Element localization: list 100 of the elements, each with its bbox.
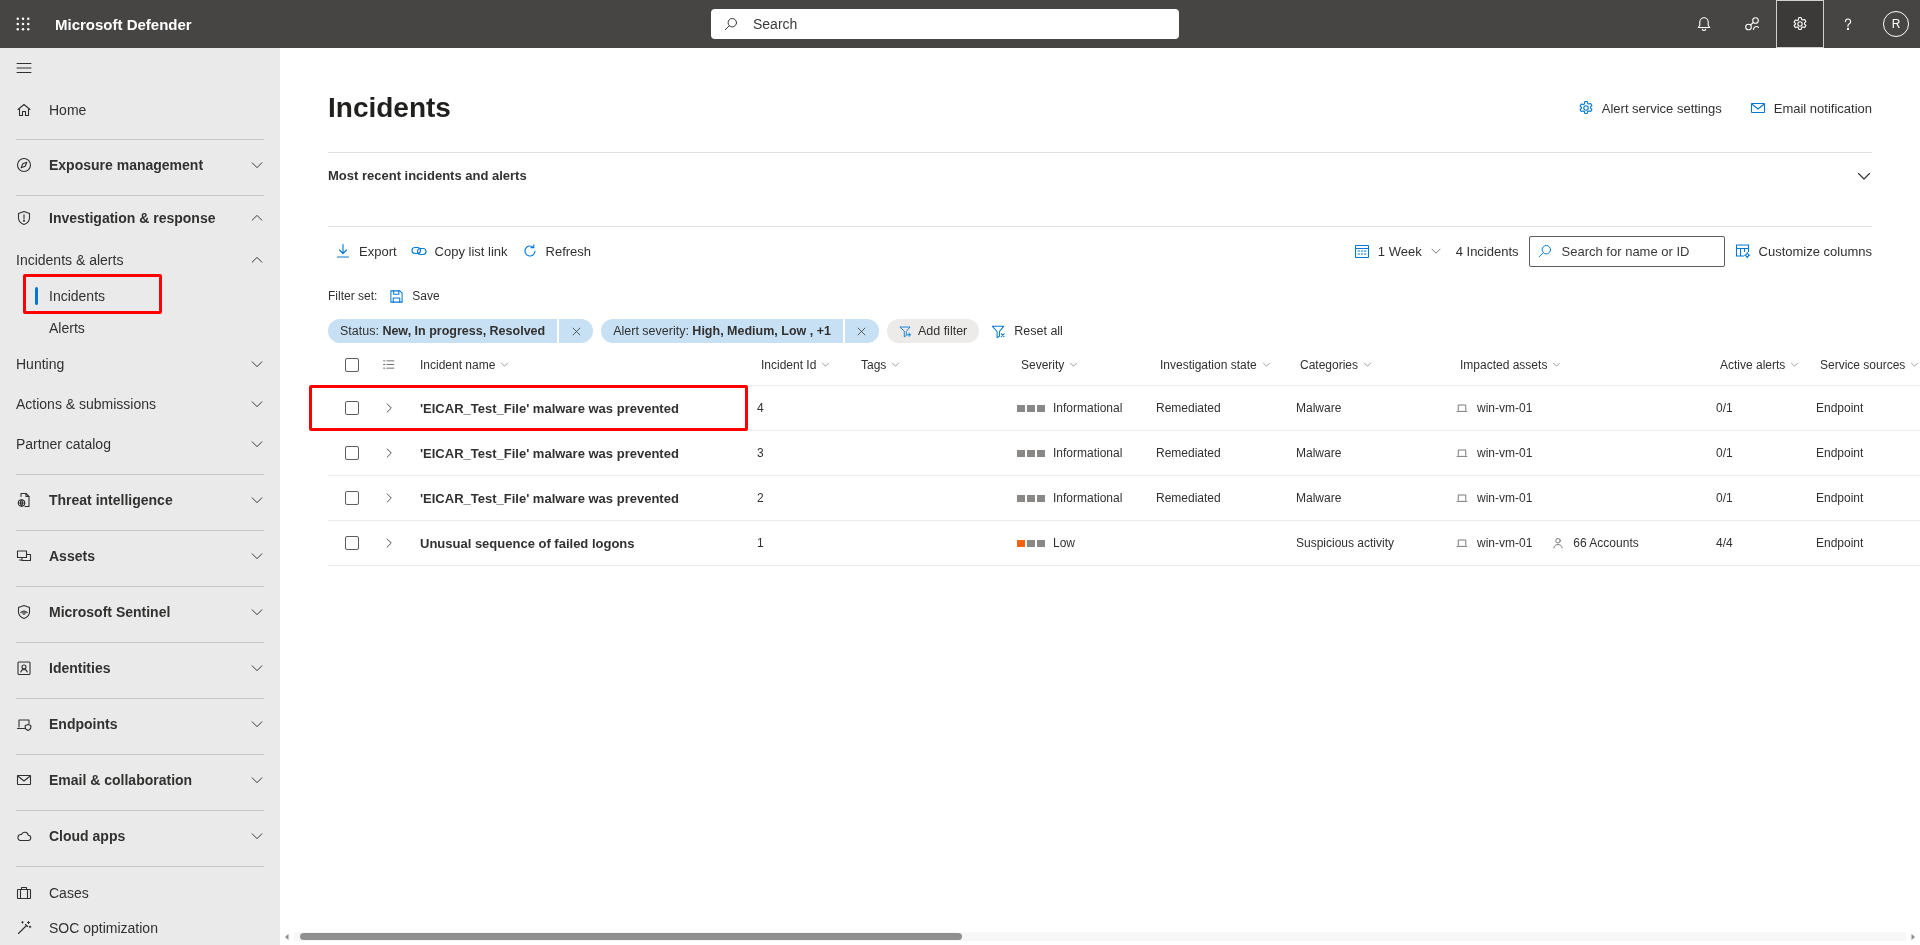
laptop-shield-icon (16, 716, 32, 732)
alert-settings-button[interactable]: Alert service settings (1577, 100, 1722, 116)
filter-set-label: Filter set: (328, 289, 378, 303)
mail-icon (16, 772, 32, 788)
column-header[interactable]: Impacted assets (1460, 357, 1562, 372)
incident-name-link[interactable]: Unusual sequence of failed logons (420, 535, 635, 551)
checkbox[interactable] (345, 536, 359, 550)
table-cell: 4/4 (1716, 536, 1733, 550)
table-cell: 0/1 (1716, 401, 1733, 415)
filter-chip[interactable]: Status: New, In progress, Resolved (328, 319, 558, 343)
table-cell: Endpoint (1816, 536, 1864, 550)
linked-nodes-icon (1744, 16, 1760, 32)
email-notification-button[interactable]: Email notification (1749, 100, 1872, 116)
scroll-left-icon[interactable] (283, 932, 291, 941)
checkbox[interactable] (345, 401, 359, 415)
copy-link-button[interactable]: Copy list link (403, 235, 515, 267)
incident-count: 4 Incidents (1455, 243, 1519, 259)
menu-icon[interactable] (16, 60, 32, 76)
nav-item[interactable]: Threat intelligence (0, 478, 280, 522)
nav-item[interactable]: Identities (0, 646, 280, 690)
settings-button[interactable] (1776, 0, 1824, 48)
column-header[interactable]: Investigation state (1160, 357, 1271, 372)
incident-name-link[interactable]: 'EICAR_Test_File' malware was prevented (420, 400, 679, 416)
table-cell: 3 (757, 446, 764, 460)
nav-item[interactable]: Cloud apps (0, 814, 280, 858)
laptop-icon (1456, 537, 1468, 549)
asset-name[interactable]: 66 Accounts (1573, 536, 1639, 550)
chevron-down-icon (1910, 360, 1920, 369)
search-field[interactable]: Search (711, 9, 1179, 39)
nav-item[interactable]: SOC optimization (0, 910, 280, 945)
filter-chip[interactable]: Alert severity: High, Medium, Low , +1 (601, 319, 843, 343)
column-header[interactable]: Tags (861, 357, 901, 372)
severity-bars-icon (1017, 404, 1045, 412)
app-launcher-icon[interactable] (16, 17, 30, 31)
nav-item[interactable]: Cases (0, 875, 280, 910)
export-button[interactable]: Export (328, 235, 404, 267)
table-cell: 4 (757, 401, 764, 415)
scrollbar-thumb[interactable] (300, 933, 962, 940)
shield-eye-icon (16, 604, 32, 620)
nav-item[interactable]: Endpoints (0, 702, 280, 746)
column-header[interactable]: Incident name (420, 357, 510, 372)
checkbox[interactable] (345, 357, 359, 372)
nav-item[interactable]: Actions & submissions (0, 384, 280, 424)
incident-name-link[interactable]: 'EICAR_Test_File' malware was prevented (420, 445, 679, 461)
shield-alert-icon (16, 210, 32, 226)
search-field[interactable]: Search for name or ID (1528, 235, 1725, 267)
collapsible-header[interactable]: Most recent incidents and alerts (328, 153, 1872, 185)
severity-label: Informational (1053, 401, 1123, 415)
nav-item[interactable]: Investigation & response (0, 196, 280, 240)
id-card-icon (16, 660, 32, 676)
column-header[interactable]: Categories (1300, 357, 1373, 372)
column-header[interactable]: Severity (1021, 357, 1079, 372)
settings-icon (1792, 16, 1808, 32)
severity-label: Informational (1053, 491, 1123, 505)
search-icon (1537, 243, 1552, 258)
table-cell: 0/1 (1716, 491, 1733, 505)
list-icon[interactable] (382, 358, 395, 371)
search-icon (724, 17, 738, 31)
nav-item[interactable]: Exposure management (0, 143, 280, 187)
nav-item[interactable]: Email & collaboration (0, 758, 280, 802)
asset-name[interactable]: win-vm-01 (1477, 491, 1533, 505)
asset-name[interactable]: win-vm-01 (1477, 536, 1533, 550)
column-header[interactable]: Service sources (1820, 357, 1920, 372)
nav-item[interactable]: Microsoft Sentinel (0, 590, 280, 634)
checkbox[interactable] (345, 446, 359, 460)
table-cell: 0/1 (1716, 446, 1733, 460)
table-cell: Malware (1296, 491, 1342, 505)
scroll-right-icon[interactable] (1909, 932, 1917, 941)
table-cell: 2 (757, 491, 764, 505)
settings-icon (1577, 100, 1594, 116)
nav-item[interactable]: Incidents & alerts (0, 240, 280, 280)
asset-name[interactable]: win-vm-01 (1477, 446, 1533, 460)
column-header[interactable]: Incident Id (761, 357, 831, 372)
table-cell: Endpoint (1816, 491, 1864, 505)
refresh-icon (521, 243, 538, 259)
monitors-icon (16, 548, 32, 564)
save-button[interactable]: Save (389, 288, 440, 304)
close-icon (570, 325, 582, 337)
nav-item[interactable]: Assets (0, 534, 280, 578)
chevron-down-icon (500, 360, 510, 369)
laptop-icon (1456, 447, 1468, 459)
nav-item[interactable]: Home (0, 88, 280, 132)
nav-item[interactable]: Incidents (0, 280, 280, 312)
page-title: Incidents (328, 91, 451, 125)
checkbox[interactable] (345, 491, 359, 505)
nav-item[interactable]: Alerts (0, 312, 280, 344)
nav-item[interactable]: Hunting (0, 344, 280, 384)
table-cell: Endpoint (1816, 446, 1864, 460)
incident-name-link[interactable]: 'EICAR_Test_File' malware was prevented (420, 490, 679, 506)
refresh-button[interactable]: Refresh (514, 235, 599, 267)
chevron-down-icon (1363, 360, 1373, 369)
asset-name[interactable]: win-vm-01 (1477, 401, 1533, 415)
column-header[interactable]: Active alerts (1720, 357, 1800, 372)
bell-icon (1696, 16, 1712, 32)
period-dropdown[interactable]: 1 Week (1347, 235, 1448, 267)
reset-filters-button[interactable]: Reset all (991, 323, 1063, 339)
laptop-icon (1456, 492, 1468, 504)
add-filter-button[interactable]: Add filter (886, 319, 980, 343)
nav-item[interactable]: Partner catalog (0, 424, 280, 464)
customize-columns-button[interactable]: Customize columns (1724, 235, 1872, 267)
